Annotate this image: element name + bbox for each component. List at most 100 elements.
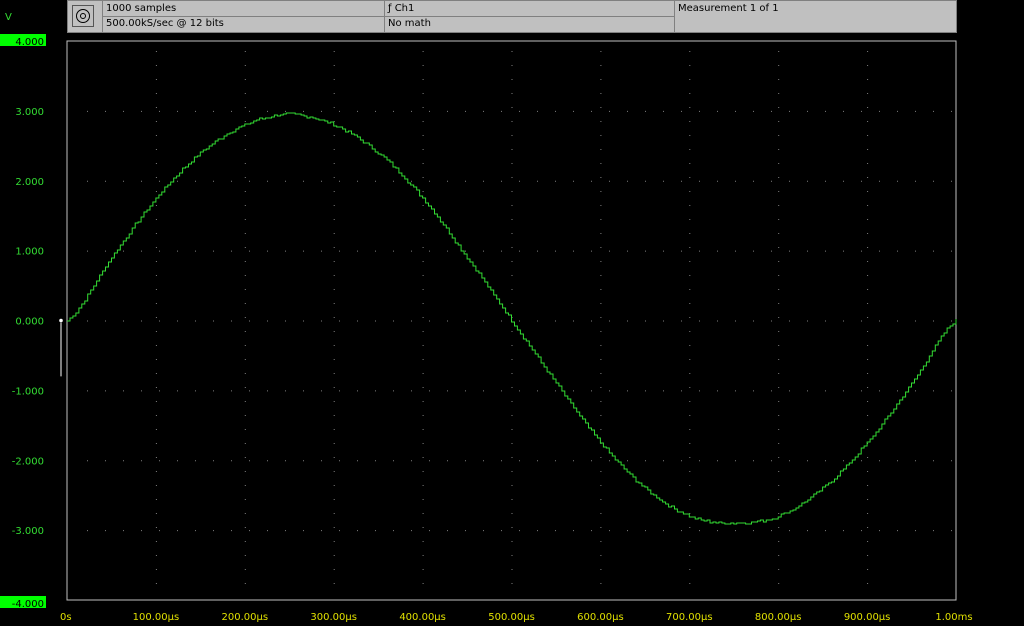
grid-dot (155, 401, 157, 402)
grid-dot (915, 180, 916, 182)
grid-dot (244, 317, 246, 318)
grid-dot (155, 65, 157, 66)
grid-dot (825, 320, 826, 322)
grid-dot (411, 390, 412, 392)
grid-dot (375, 530, 376, 532)
grid-dot (429, 250, 430, 252)
grid-dot (591, 390, 592, 392)
grid-dot (689, 429, 691, 430)
grid-dot (375, 320, 376, 322)
grid-dot (357, 110, 358, 112)
grid-dot (244, 457, 246, 458)
grid-dot (681, 110, 682, 112)
grid-dot (333, 555, 335, 556)
grid-dot (195, 530, 196, 532)
x-tick-label: 400.00µs (399, 612, 446, 623)
grid-dot (897, 460, 898, 462)
grid-dot (357, 460, 358, 462)
grid-dot (447, 320, 448, 322)
grid-dot (778, 345, 780, 346)
grid-dot (333, 569, 335, 570)
oscilloscope-plot[interactable]: 4.000 3.000 2.000 1.000 0.000 -1.000 -2.000 -3.… (0, 0, 1024, 626)
grid-dot (778, 219, 780, 220)
grid-dot (717, 460, 718, 462)
grid-dot (333, 429, 335, 430)
grid-dot (689, 205, 691, 206)
grid-dot (897, 530, 898, 532)
grid-dot (778, 303, 780, 304)
grid-dot (867, 415, 869, 416)
y-tick-label: 2.000 (15, 177, 44, 188)
grid-dot (267, 530, 268, 532)
grid-dot (177, 180, 178, 182)
grid-dot (689, 163, 691, 164)
grid-dot (155, 261, 157, 262)
grid-dot (422, 261, 424, 262)
grid-dot (778, 93, 780, 94)
grid-dot (600, 513, 602, 514)
grid-dot (465, 180, 466, 182)
grid-dot (681, 390, 682, 392)
grid-dot (778, 177, 780, 178)
grid-dot (689, 359, 691, 360)
grid-dot (422, 471, 424, 472)
grid-dot (155, 177, 157, 178)
grid-dot (609, 320, 610, 322)
grid-dot (689, 471, 691, 472)
grid-dot (411, 320, 412, 322)
grid-dot (771, 390, 772, 392)
grid-dot (303, 530, 304, 532)
grid-dot (244, 149, 246, 150)
grid-dot (244, 261, 246, 262)
grid-dot (519, 320, 520, 322)
grid-dot (778, 275, 780, 276)
grid-dot (177, 390, 178, 392)
grid-dot (422, 331, 424, 332)
grid-dot (105, 180, 106, 182)
grid-dot (511, 303, 513, 304)
grid-dot (511, 163, 513, 164)
grid-dot (689, 443, 691, 444)
grid-dot (303, 320, 304, 322)
grid-dot (285, 460, 286, 462)
grid-dot (867, 457, 869, 458)
grid-dot (429, 390, 430, 392)
grid-dot (422, 527, 424, 528)
grid-dot (87, 390, 88, 392)
grid-dot (681, 180, 682, 182)
y-tick-label: 1.000 (15, 247, 44, 258)
grid-dot (155, 429, 157, 430)
grid-dot (778, 79, 780, 80)
grid-dot (155, 233, 157, 234)
grid-dot (681, 460, 682, 462)
grid-dot (244, 303, 246, 304)
x-tick-label: 0s (60, 612, 72, 623)
grid-dot (555, 320, 556, 322)
grid-dot (511, 513, 513, 514)
grid-dot (422, 233, 424, 234)
grid-dot (915, 530, 916, 532)
grid-dot (244, 387, 246, 388)
grid-dot (689, 79, 691, 80)
grid-dot (861, 250, 862, 252)
grid-dot (951, 460, 952, 462)
grid-dot (285, 250, 286, 252)
grid-dot (411, 180, 412, 182)
y-tick-label: 4.000 (15, 37, 44, 48)
grid-dot (105, 530, 106, 532)
grid-dot (249, 250, 250, 252)
grid-dot (244, 345, 246, 346)
grid-dot (778, 555, 780, 556)
grid-dot (411, 110, 412, 112)
grid-dot (285, 390, 286, 392)
grid-dot (843, 250, 844, 252)
grid-dot (511, 219, 513, 220)
grid-dot (333, 275, 335, 276)
grid-dot (825, 110, 826, 112)
trigger-marker[interactable] (59, 318, 63, 377)
grid-dot (213, 110, 214, 112)
grid-dot (333, 177, 335, 178)
grid-dot (159, 320, 160, 322)
grid-dot (123, 390, 124, 392)
grid-dot (867, 233, 869, 234)
